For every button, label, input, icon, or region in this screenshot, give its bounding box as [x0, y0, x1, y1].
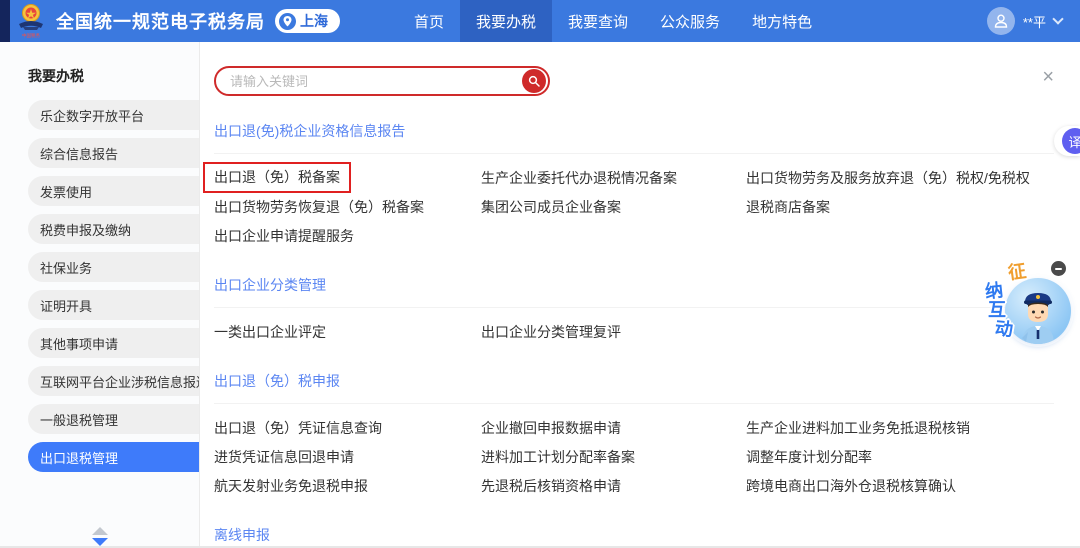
national-emblem-icon	[16, 3, 46, 33]
main-nav: 首页 我要办税 我要查询 公众服务 地方特色	[398, 0, 828, 42]
user-avatar-icon	[987, 7, 1015, 35]
section-qualification-report: 出口退(免)税企业资格信息报告 出口退（免）税备案 生产企业委托代办退税情况备案…	[214, 121, 1054, 250]
menu-panel: × 出口退(免)税企业资格信息报告 出口退（免）税备案 生产企业委托代办退税情况…	[201, 42, 1080, 548]
menu-item[interactable]: 出口货物劳务恢复退（免）税备案	[214, 192, 481, 221]
nav-inquiry[interactable]: 我要查询	[552, 0, 644, 42]
sidebar-item-internet-platform-reporting[interactable]: 互联网平台企业涉税信息报送	[28, 366, 199, 396]
close-icon[interactable]: ×	[1042, 68, 1054, 86]
menu-item[interactable]: 出口退（免）凭证信息查询	[214, 413, 481, 442]
menu-item[interactable]: 生产企业委托代办退税情况备案	[481, 163, 746, 192]
widget-char: 动	[994, 314, 1015, 342]
user-name: **平	[1023, 12, 1046, 31]
menu-grid: 出口退（免）凭证信息查询 企业撤回申报数据申请 生产企业进料加工业务免抵退税核销…	[214, 413, 1054, 500]
logo-caption: 中国税务	[22, 34, 40, 39]
top-header: 中国税务 全国统一规范电子税务局 上海 首页 我要办税 我要查询 公众服务 地方…	[0, 0, 1080, 42]
menu-item-export-refund-filing[interactable]: 出口退（免）税备案	[214, 163, 481, 192]
section-title: 出口企业分类管理	[214, 275, 1054, 308]
sidebar-item-social-security[interactable]: 社保业务	[28, 252, 199, 282]
scroll-up-arrow[interactable]	[92, 527, 108, 535]
nav-local-features[interactable]: 地方特色	[736, 0, 828, 42]
menu-item[interactable]: 跨境电商出口海外仓退税核算确认	[746, 471, 1054, 500]
location-pin-icon	[279, 13, 296, 30]
sidebar-item-certificate-issue[interactable]: 证明开具	[28, 290, 199, 320]
menu-item[interactable]: 企业撤回申报数据申请	[481, 413, 746, 442]
menu-item[interactable]: 一类出口企业评定	[214, 317, 481, 346]
search-input[interactable]	[216, 74, 548, 89]
search-icon	[528, 75, 540, 87]
chevron-down-icon	[1052, 13, 1063, 24]
menu-item[interactable]: 生产企业进料加工业务免抵退税核销	[746, 413, 1054, 442]
scroll-down-arrow[interactable]	[92, 538, 108, 546]
sidebar-item-export-refund[interactable]: 出口退税管理	[28, 442, 199, 472]
sidebar-item-invoice-use[interactable]: 发票使用	[28, 176, 199, 206]
sidebar-item-leqi-platform[interactable]: 乐企数字开放平台	[28, 100, 199, 130]
menu-item[interactable]: 调整年度计划分配率	[746, 442, 1054, 471]
menu-item[interactable]: 先退税后核销资格申请	[481, 471, 746, 500]
menu-item[interactable]: 进料加工计划分配率备案	[481, 442, 746, 471]
sidebar: 我要办税 乐企数字开放平台 综合信息报告 发票使用 税费申报及缴纳 社保业务 证…	[0, 42, 200, 548]
site-title: 全国统一规范电子税务局	[56, 8, 265, 34]
tax-interaction-widget[interactable]: 征 纳 互 动	[983, 258, 1080, 354]
menu-item[interactable]: 进货凭证信息回退申请	[214, 442, 481, 471]
sidebar-item-general-refund[interactable]: 一般退税管理	[28, 404, 199, 434]
nav-home[interactable]: 首页	[398, 0, 460, 42]
menu-item[interactable]: 集团公司成员企业备案	[481, 192, 746, 221]
page: 中国税务 全国统一规范电子税务局 上海 首页 我要办税 我要查询 公众服务 地方…	[0, 0, 1080, 548]
section-classification-management: 出口企业分类管理 一类出口企业评定 出口企业分类管理复评	[214, 275, 1054, 346]
location-label: 上海	[300, 11, 328, 31]
menu-grid: 出口退（免）税备案 生产企业委托代办退税情况备案 出口货物劳务及服务放弃退（免）…	[214, 163, 1054, 250]
location-selector[interactable]: 上海	[275, 9, 340, 33]
menu-grid: 一类出口企业评定 出口企业分类管理复评	[214, 317, 1054, 346]
menu-item[interactable]: 出口企业分类管理复评	[481, 317, 746, 346]
menu-item[interactable]: 出口企业申请提醒服务	[214, 221, 481, 250]
widget-char: 征	[1006, 257, 1027, 285]
search-box	[214, 66, 550, 96]
sidebar-header: 我要办税	[28, 66, 199, 86]
section-title: 出口退(免)税企业资格信息报告	[214, 121, 1054, 154]
search-row: ×	[214, 66, 1054, 96]
tax-officer-icon	[1012, 286, 1064, 344]
nav-public-services[interactable]: 公众服务	[644, 0, 736, 42]
section-refund-declaration: 出口退（免）税申报 出口退（免）凭证信息查询 企业撤回申报数据申请 生产企业进料…	[214, 371, 1054, 500]
user-menu[interactable]: **平	[987, 0, 1062, 42]
tax-officer-mascot	[1005, 278, 1071, 344]
nav-tax-services[interactable]: 我要办税	[460, 0, 552, 42]
section-offline-declaration: 离线申报 离线申报	[214, 525, 1054, 548]
sidebar-item-tax-declaration[interactable]: 税费申报及缴纳	[28, 214, 199, 244]
tax-bureau-logo: 中国税务	[14, 2, 48, 40]
sidebar-item-comprehensive-info[interactable]: 综合信息报告	[28, 138, 199, 168]
menu-item[interactable]: 退税商店备案	[746, 192, 1054, 221]
left-edge-strip	[0, 0, 10, 42]
menu-item[interactable]: 出口货物劳务及服务放弃退（免）税权/免税权	[746, 163, 1054, 192]
sidebar-scroll-arrows	[0, 527, 200, 546]
menu-item[interactable]: 航天发射业务免退税申报	[214, 471, 481, 500]
section-title: 离线申报	[214, 525, 1054, 548]
search-button[interactable]	[522, 69, 546, 93]
sidebar-item-other-matters[interactable]: 其他事项申请	[28, 328, 199, 358]
section-title: 出口退（免）税申报	[214, 371, 1054, 404]
